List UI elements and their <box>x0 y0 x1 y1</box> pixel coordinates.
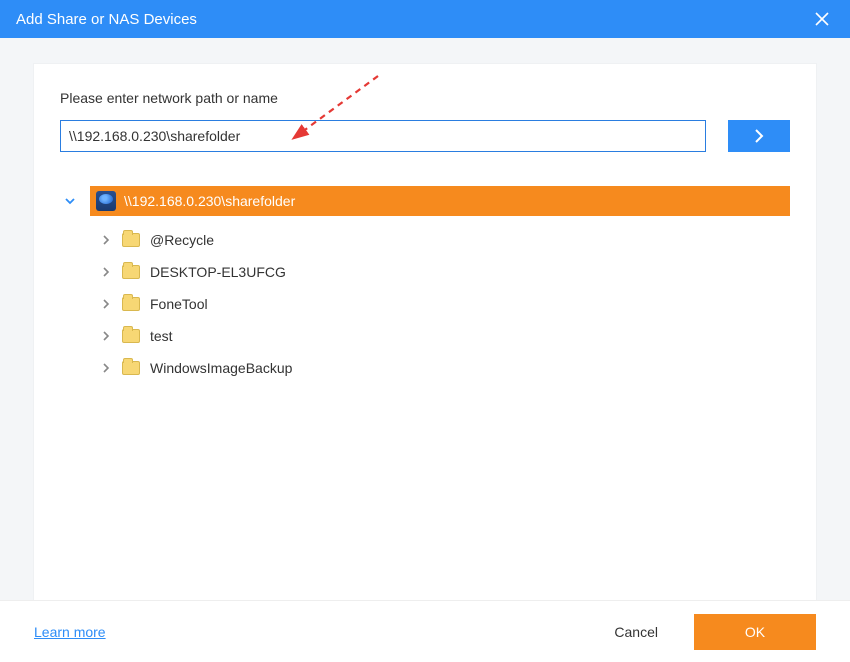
learn-more-link[interactable]: Learn more <box>34 624 106 640</box>
tree-root-expand-toggle[interactable] <box>60 195 80 207</box>
chevron-right-icon <box>754 129 764 143</box>
tree-root[interactable]: \\192.168.0.230\sharefolder <box>90 186 790 216</box>
folder-icon <box>122 233 140 247</box>
dialog-title: Add Share or NAS Devices <box>16 11 197 28</box>
tree-item[interactable]: test <box>60 320 790 352</box>
tree-item[interactable]: WindowsImageBackup <box>60 352 790 384</box>
tree-children: @Recycle DESKTOP-EL3UFCG <box>60 224 790 384</box>
folder-icon <box>122 329 140 343</box>
tree-item-expand-toggle[interactable] <box>96 235 116 245</box>
chevron-right-icon <box>101 363 111 373</box>
tree-root-label: \\192.168.0.230\sharefolder <box>124 193 295 209</box>
close-icon <box>815 12 829 26</box>
tree-item-label: @Recycle <box>150 232 214 248</box>
dialog-footer: Learn more Cancel OK <box>0 600 850 662</box>
prompt-label: Please enter network path or name <box>60 90 790 106</box>
tree-item[interactable]: @Recycle <box>60 224 790 256</box>
content-area: Please enter network path or name \\192.… <box>0 38 850 600</box>
tree-item-expand-toggle[interactable] <box>96 267 116 277</box>
titlebar: Add Share or NAS Devices <box>0 0 850 38</box>
add-nas-dialog: Add Share or NAS Devices Please enter ne… <box>0 0 850 662</box>
tree-item-expand-toggle[interactable] <box>96 363 116 373</box>
path-input-row <box>60 120 790 152</box>
go-button[interactable] <box>728 120 790 152</box>
tree-item-label: test <box>150 328 173 344</box>
folder-icon <box>122 361 140 375</box>
tree-item-label: FoneTool <box>150 296 208 312</box>
tree-item-expand-toggle[interactable] <box>96 299 116 309</box>
cancel-button[interactable]: Cancel <box>596 616 676 648</box>
chevron-right-icon <box>101 235 111 245</box>
chevron-right-icon <box>101 331 111 341</box>
tree-item-expand-toggle[interactable] <box>96 331 116 341</box>
tree-root-row[interactable]: \\192.168.0.230\sharefolder <box>60 186 790 216</box>
tree-item[interactable]: DESKTOP-EL3UFCG <box>60 256 790 288</box>
chevron-down-icon <box>64 195 76 207</box>
chevron-right-icon <box>101 299 111 309</box>
tree-item-label: WindowsImageBackup <box>150 360 292 376</box>
folder-icon <box>122 297 140 311</box>
network-share-icon <box>96 191 116 211</box>
network-path-input[interactable] <box>60 120 706 152</box>
folder-icon <box>122 265 140 279</box>
ok-button[interactable]: OK <box>694 614 816 650</box>
tree-item[interactable]: FoneTool <box>60 288 790 320</box>
chevron-right-icon <box>101 267 111 277</box>
tree-item-label: DESKTOP-EL3UFCG <box>150 264 286 280</box>
main-panel: Please enter network path or name \\192.… <box>34 64 816 600</box>
folder-tree: \\192.168.0.230\sharefolder @Recycle <box>60 186 790 590</box>
close-button[interactable] <box>808 5 836 33</box>
